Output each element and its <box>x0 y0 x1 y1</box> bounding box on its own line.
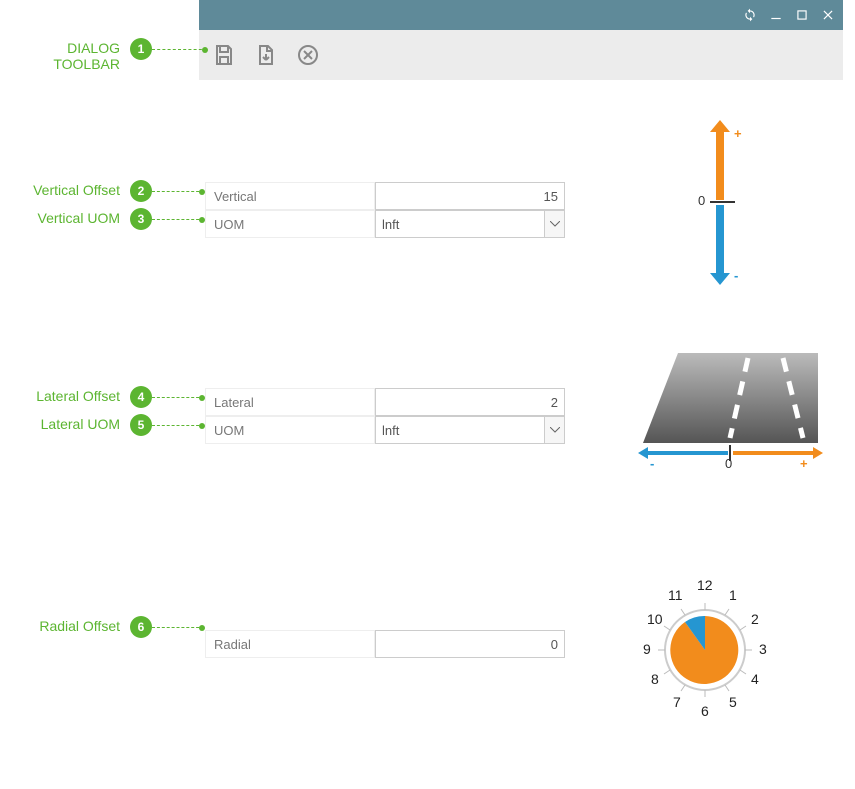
vertical-uom-label: UOM <box>205 210 375 238</box>
callout-num-6: 6 <box>130 616 152 638</box>
clock-10: 10 <box>647 611 663 627</box>
vertical-uom-value: lnft <box>376 217 399 232</box>
lateral-uom-row: UOM lnft <box>205 416 565 444</box>
radial-input[interactable] <box>375 630 565 658</box>
lateral-minus: - <box>650 456 654 471</box>
lateral-uom-value: lnft <box>376 423 399 438</box>
clock-12: 12 <box>697 577 713 593</box>
vertical-uom-row: UOM lnft <box>205 210 565 238</box>
save-button[interactable] <box>209 40 239 70</box>
callout-label-lateral-uom: Lateral UOM <box>0 416 120 432</box>
callout-line-6 <box>152 627 204 628</box>
vertical-uom-select[interactable]: lnft <box>375 210 565 238</box>
chevron-down-icon <box>544 211 564 237</box>
callout-num-3: 3 <box>130 208 152 230</box>
callout-line-4 <box>152 397 204 398</box>
callout-num-5: 5 <box>130 414 152 436</box>
callout-num-2: 2 <box>130 180 152 202</box>
lateral-uom-label: UOM <box>205 416 375 444</box>
chevron-down-icon <box>544 417 564 443</box>
minimize-icon[interactable] <box>769 8 783 22</box>
vertical-plus: + <box>734 126 742 141</box>
lateral-offset-diagram: - 0 + <box>638 348 828 473</box>
callout-num-4: 4 <box>130 386 152 408</box>
callout-line-3 <box>152 219 204 220</box>
close-icon[interactable] <box>821 8 835 22</box>
callout-line-1 <box>152 49 207 50</box>
callout-num-1: 1 <box>130 38 152 60</box>
callout-label-toolbar: DIALOG TOOLBAR <box>0 40 120 72</box>
cancel-button[interactable] <box>293 40 323 70</box>
lateral-label: Lateral <box>205 388 375 416</box>
clock-2: 2 <box>751 611 759 627</box>
vertical-label: Vertical <box>205 182 375 210</box>
clock-5: 5 <box>729 694 737 710</box>
lateral-row: Lateral <box>205 388 565 416</box>
vertical-input[interactable] <box>375 182 565 210</box>
clock-8: 8 <box>651 671 659 687</box>
export-button[interactable] <box>251 40 281 70</box>
radial-offset-diagram: 12 1 2 3 4 5 6 7 8 9 10 11 <box>630 575 780 725</box>
lateral-zero: 0 <box>725 456 732 471</box>
callout-line-2 <box>152 191 204 192</box>
vertical-row: Vertical <box>205 182 565 210</box>
lateral-plus: + <box>800 456 808 471</box>
vertical-zero: 0 <box>698 193 705 208</box>
callout-label-lateral-offset: Lateral Offset <box>0 388 120 404</box>
callout-line-5 <box>152 425 204 426</box>
window-titlebar <box>199 0 843 30</box>
lateral-uom-select[interactable]: lnft <box>375 416 565 444</box>
maximize-icon[interactable] <box>795 8 809 22</box>
refresh-icon[interactable] <box>743 8 757 22</box>
lateral-input[interactable] <box>375 388 565 416</box>
callout-label-vertical-uom: Vertical UOM <box>0 210 120 226</box>
callout-label-radial-offset: Radial Offset <box>0 618 120 634</box>
callout-label-vertical-offset: Vertical Offset <box>0 182 120 198</box>
clock-4: 4 <box>751 671 759 687</box>
vertical-minus: - <box>734 268 738 283</box>
dialog-toolbar <box>199 30 843 80</box>
radial-label: Radial <box>205 630 375 658</box>
clock-11: 11 <box>668 587 683 603</box>
radial-row: Radial <box>205 630 565 658</box>
vertical-offset-diagram: + 0 - <box>680 120 780 290</box>
clock-3: 3 <box>759 641 767 657</box>
clock-7: 7 <box>673 694 681 710</box>
clock-6: 6 <box>701 703 709 719</box>
clock-9: 9 <box>643 641 651 657</box>
clock-1: 1 <box>729 587 737 603</box>
